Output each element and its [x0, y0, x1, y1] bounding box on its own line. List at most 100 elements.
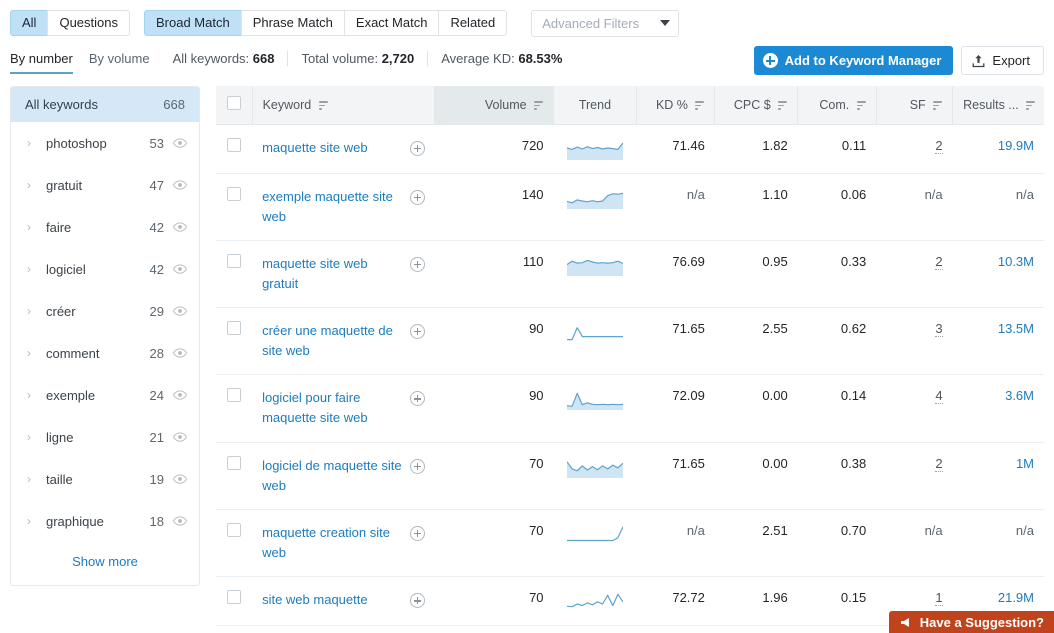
chevron-right-icon[interactable]: › — [27, 515, 37, 527]
results-value-link[interactable]: 1M — [1016, 456, 1034, 471]
sf-value-link[interactable]: 3 — [935, 321, 943, 338]
chevron-right-icon[interactable]: › — [27, 389, 37, 401]
com-value: 0.70 — [840, 522, 867, 538]
row-checkbox[interactable] — [227, 186, 242, 201]
sf-value-link[interactable]: 2 — [935, 137, 943, 154]
row-checkbox[interactable] — [227, 321, 242, 336]
sidebar-item-faire[interactable]: › faire 42 — [11, 206, 199, 248]
eye-icon[interactable] — [173, 262, 187, 276]
add-keyword-icon[interactable] — [409, 458, 425, 474]
keyword-link[interactable]: exemple maquette site web — [262, 187, 404, 227]
add-keyword-icon[interactable] — [409, 324, 425, 340]
row-select-cell[interactable] — [216, 576, 253, 627]
row-checkbox[interactable] — [227, 137, 242, 152]
row-select-cell[interactable] — [216, 307, 253, 376]
sidebar-item-all-keywords[interactable]: All keywords 668 — [11, 87, 199, 122]
eye-icon[interactable] — [173, 346, 187, 360]
export-button[interactable]: Export — [961, 46, 1044, 75]
keyword-link[interactable]: maquette creation site web — [262, 523, 404, 563]
keyword-link[interactable]: maquette site web — [262, 138, 404, 158]
chevron-right-icon[interactable]: › — [27, 263, 37, 275]
chevron-right-icon[interactable]: › — [27, 137, 37, 149]
add-keyword-icon[interactable] — [409, 525, 425, 541]
sidebar-item-taille[interactable]: › taille 19 — [11, 458, 199, 500]
row-checkbox[interactable] — [227, 590, 242, 605]
sidebar-item-photoshop[interactable]: › photoshop 53 — [11, 122, 199, 164]
add-keyword-icon[interactable] — [409, 593, 425, 609]
results-value-link[interactable]: 21.9M — [998, 590, 1034, 605]
row-select-cell[interactable] — [216, 374, 253, 443]
keyword-link[interactable]: site web maquette — [262, 590, 404, 610]
sidebar-item-gratuit[interactable]: › gratuit 47 — [11, 164, 199, 206]
sidebar-item-graphique[interactable]: › graphique 18 — [11, 500, 199, 542]
row-select-cell[interactable] — [216, 509, 253, 578]
table-row: logiciel pour faire maquette site web 90 7… — [216, 374, 1044, 443]
filter-related-button[interactable]: Related — [438, 10, 508, 36]
filter-questions-button[interactable]: Questions — [47, 10, 130, 36]
filter-exact-match-button[interactable]: Exact Match — [343, 10, 440, 36]
row-checkbox[interactable] — [227, 455, 242, 470]
show-more-link[interactable]: Show more — [72, 554, 138, 569]
have-a-suggestion-badge[interactable]: Have a Suggestion? — [888, 611, 1054, 633]
row-select-cell[interactable] — [216, 240, 253, 309]
row-select-cell[interactable] — [216, 173, 253, 241]
sf-value-link[interactable]: 2 — [935, 455, 943, 472]
column-header-sf[interactable]: SF — [876, 86, 954, 125]
row-checkbox[interactable] — [227, 522, 242, 537]
eye-icon[interactable] — [173, 304, 187, 318]
select-all-checkbox[interactable] — [226, 96, 241, 111]
sf-value-link[interactable]: 1 — [935, 590, 943, 607]
keyword-link[interactable]: maquette site web gratuit — [262, 254, 404, 294]
column-header-volume[interactable]: Volume — [434, 86, 555, 125]
keyword-link[interactable]: créer une maquette de site web — [262, 321, 404, 361]
sidebar-item-exemple[interactable]: › exemple 24 — [11, 374, 199, 416]
eye-icon[interactable] — [173, 178, 187, 192]
add-to-keyword-manager-button[interactable]: Add to Keyword Manager — [753, 46, 954, 75]
add-keyword-icon[interactable] — [409, 189, 425, 205]
sidebar-item-logiciel[interactable]: › logiciel 42 — [11, 248, 199, 290]
sidebar-item-ligne[interactable]: › ligne 21 — [11, 416, 199, 458]
sidebar-item-comment[interactable]: › comment 28 — [11, 332, 199, 374]
column-header-results[interactable]: Results ... — [952, 86, 1044, 125]
column-header-cpc[interactable]: CPC $ — [714, 86, 799, 125]
advanced-filters-dropdown[interactable]: Advanced Filters — [531, 9, 680, 37]
add-keyword-icon[interactable] — [409, 256, 425, 272]
chevron-right-icon[interactable]: › — [27, 305, 37, 317]
row-select-cell[interactable] — [216, 442, 253, 510]
eye-icon[interactable] — [173, 136, 187, 150]
keyword-link[interactable]: logiciel pour faire maquette site web — [262, 388, 404, 428]
column-header-kd[interactable]: KD % — [636, 86, 716, 125]
row-checkbox[interactable] — [227, 253, 242, 268]
sidebar-item-label: graphique — [46, 513, 104, 529]
sidebar-item-créer[interactable]: › créer 29 — [11, 290, 199, 332]
column-header-keyword[interactable]: Keyword — [252, 86, 436, 125]
sf-value-link[interactable]: 4 — [935, 388, 943, 405]
chevron-right-icon[interactable]: › — [27, 347, 37, 359]
chevron-right-icon[interactable]: › — [27, 221, 37, 233]
results-value-link[interactable]: 3.6M — [1005, 388, 1034, 403]
add-keyword-icon[interactable] — [409, 391, 425, 407]
eye-icon[interactable] — [173, 430, 187, 444]
filter-phrase-match-button[interactable]: Phrase Match — [240, 10, 345, 36]
filter-broad-match-button[interactable]: Broad Match — [144, 10, 242, 36]
eye-icon[interactable] — [173, 388, 187, 402]
column-select-all[interactable] — [216, 86, 253, 125]
column-header-com[interactable]: Com. — [797, 86, 877, 125]
results-value-link[interactable]: 10.3M — [998, 254, 1034, 269]
view-by-volume-tab[interactable]: By volume — [89, 51, 150, 74]
eye-icon[interactable] — [173, 514, 187, 528]
row-checkbox[interactable] — [227, 388, 242, 403]
eye-icon[interactable] — [173, 472, 187, 486]
add-keyword-icon[interactable] — [409, 140, 425, 156]
results-value-link[interactable]: 19.9M — [998, 138, 1034, 153]
row-select-cell[interactable] — [216, 124, 253, 174]
keyword-link[interactable]: logiciel de maquette site web — [262, 456, 404, 496]
filter-all-button[interactable]: All — [10, 10, 49, 36]
chevron-right-icon[interactable]: › — [27, 473, 37, 485]
chevron-right-icon[interactable]: › — [27, 179, 37, 191]
sf-value-link[interactable]: 2 — [935, 253, 943, 270]
view-by-number-tab[interactable]: By number — [10, 51, 73, 74]
eye-icon[interactable] — [173, 220, 187, 234]
chevron-right-icon[interactable]: › — [27, 431, 37, 443]
results-value-link[interactable]: 13.5M — [998, 321, 1034, 336]
